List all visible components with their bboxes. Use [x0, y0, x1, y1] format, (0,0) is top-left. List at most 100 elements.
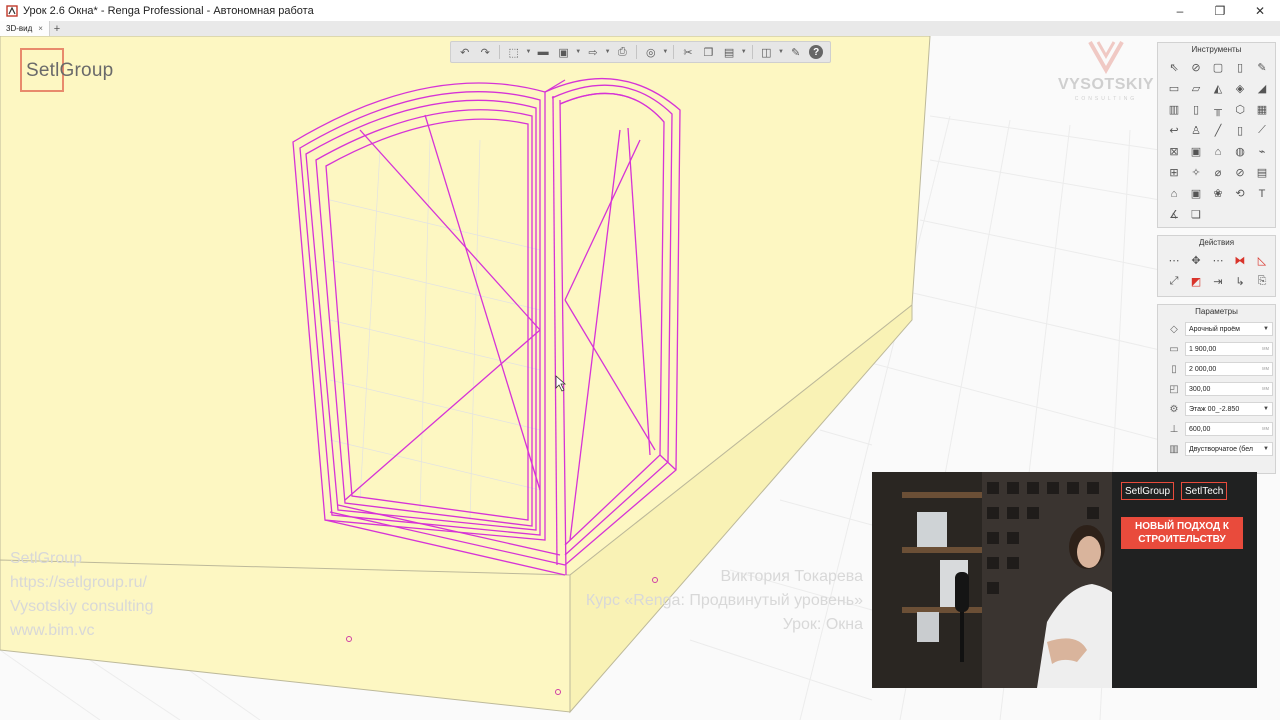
- dimension-icon[interactable]: ⊞: [1163, 162, 1185, 183]
- close-button[interactable]: ✕: [1240, 0, 1280, 21]
- maximize-button[interactable]: ❐: [1200, 0, 1240, 21]
- print-icon[interactable]: ⎙: [613, 43, 633, 61]
- move-icon[interactable]: ⋯: [1163, 250, 1185, 271]
- minimize-button[interactable]: –: [1160, 0, 1200, 21]
- param-unit: мм: [1262, 366, 1269, 372]
- slab-icon[interactable]: ◈: [1229, 78, 1251, 99]
- height-icon: ▯: [1171, 363, 1177, 375]
- width-icon: ▭: [1169, 343, 1179, 355]
- watermark-line: https://setlgroup.ru/: [10, 574, 147, 591]
- pipe-icon[interactable]: ↩: [1163, 120, 1185, 141]
- settings-icon[interactable]: ✎: [786, 43, 806, 61]
- visibility-icon[interactable]: ◎: [641, 43, 661, 61]
- width-field[interactable]: 1 900,00 мм: [1185, 342, 1273, 356]
- rectangle-icon[interactable]: ▢: [1207, 57, 1229, 78]
- param-value: Арочный проём: [1189, 325, 1240, 333]
- window-icon[interactable]: ▯: [1185, 99, 1207, 120]
- section-icon[interactable]: ▬: [533, 43, 553, 61]
- roof-icon[interactable]: ◭: [1207, 78, 1229, 99]
- rebar-icon[interactable]: ⌁: [1251, 141, 1273, 162]
- chain-icon[interactable]: ⊘: [1229, 162, 1251, 183]
- mirror-icon[interactable]: ⧓: [1229, 250, 1251, 271]
- extend-icon[interactable]: ⤢: [1163, 271, 1185, 292]
- ramp-icon[interactable]: ◢: [1251, 78, 1273, 99]
- export-dropdown[interactable]: ▼: [604, 43, 612, 61]
- param-row-style: ◇ Арочный проём ▼: [1158, 319, 1275, 339]
- layers-dropdown[interactable]: ▼: [777, 43, 785, 61]
- offset-icon[interactable]: ⇥: [1207, 271, 1229, 292]
- cable-icon[interactable]: ▣: [1185, 183, 1207, 204]
- param-row-height: ▯ 2 000,00 мм: [1158, 359, 1275, 379]
- symbol-icon[interactable]: ⌂: [1163, 183, 1185, 204]
- view-cube-dropdown[interactable]: ▼: [525, 43, 533, 61]
- line-icon[interactable]: ╱: [1207, 120, 1229, 141]
- beam-icon[interactable]: ▱: [1185, 78, 1207, 99]
- view-cube-icon[interactable]: ⬚: [504, 43, 524, 61]
- paste-dropdown[interactable]: ▼: [740, 43, 748, 61]
- cut-icon[interactable]: ✂: [678, 43, 698, 61]
- text-icon[interactable]: T: [1251, 183, 1273, 204]
- assembly-icon[interactable]: ❀: [1207, 183, 1229, 204]
- param-unit: мм: [1262, 386, 1269, 392]
- visibility-dropdown[interactable]: ▼: [662, 43, 670, 61]
- add-tab-button[interactable]: +: [50, 21, 64, 36]
- opening-icon[interactable]: ⊠: [1163, 141, 1185, 162]
- depth-field[interactable]: 300,00 мм: [1185, 382, 1273, 396]
- fitting-icon[interactable]: ♙: [1185, 120, 1207, 141]
- trim-icon[interactable]: ◺: [1251, 250, 1273, 271]
- undo-icon[interactable]: ↶: [455, 43, 475, 61]
- axis-icon[interactable]: ⊘: [1185, 57, 1207, 78]
- watermark-right: Виктория Токарева Курс «Renga: Продвинут…: [586, 565, 863, 637]
- param-value: 600,00: [1189, 425, 1211, 433]
- railing-icon[interactable]: ╥: [1207, 99, 1229, 120]
- delete-icon[interactable]: ◩: [1185, 271, 1207, 292]
- duct-icon[interactable]: ⟋: [1251, 120, 1273, 141]
- shelf: [902, 492, 982, 498]
- export-icon[interactable]: ⇨: [583, 43, 603, 61]
- banner-logo-setltech: SetlTech: [1181, 482, 1228, 500]
- copy-icon[interactable]: ❐: [699, 43, 719, 61]
- chevron-down-icon: ▼: [1263, 406, 1269, 412]
- angle-icon[interactable]: ∡: [1163, 204, 1185, 225]
- frame-icon: ▥: [1169, 443, 1179, 455]
- toolbar-divider: [673, 45, 675, 59]
- offset-field[interactable]: 600,00 мм: [1185, 422, 1273, 436]
- rotate-icon[interactable]: ✥: [1185, 250, 1207, 271]
- copy-props-icon[interactable]: ⎘: [1251, 271, 1273, 292]
- cable-tray-icon[interactable]: ◍: [1229, 141, 1251, 162]
- level-icon[interactable]: ✧: [1185, 162, 1207, 183]
- layers-icon[interactable]: ◫: [757, 43, 777, 61]
- shelf: [902, 547, 982, 553]
- wall-icon[interactable]: ▭: [1163, 78, 1185, 99]
- save-dropdown[interactable]: ▼: [574, 43, 582, 61]
- height-field[interactable]: 2 000,00 мм: [1185, 362, 1273, 376]
- vysotskiy-logo: VYSOTSKIY CONSULTING: [1052, 38, 1160, 108]
- select-icon[interactable]: ⇖: [1163, 57, 1185, 78]
- paste-icon[interactable]: ▤: [719, 43, 739, 61]
- array-icon[interactable]: ⋯: [1207, 250, 1229, 271]
- plumbing-icon[interactable]: ⌂: [1207, 141, 1229, 162]
- align-icon[interactable]: ↳: [1229, 271, 1251, 292]
- style-select[interactable]: Арочный проём ▼: [1185, 322, 1273, 336]
- level-select[interactable]: Этаж 00_-2.850 ▼: [1185, 402, 1273, 416]
- pencil-icon[interactable]: ✎: [1251, 57, 1273, 78]
- style-icon: ◇: [1170, 323, 1178, 335]
- frame-select[interactable]: Двустворчатое (бел ▼: [1185, 442, 1273, 456]
- room-icon[interactable]: ⬡: [1229, 99, 1251, 120]
- column-icon[interactable]: ▯: [1229, 57, 1251, 78]
- section-view-icon[interactable]: ▤: [1251, 162, 1273, 183]
- stair-icon[interactable]: ▦: [1251, 99, 1273, 120]
- param-value: 300,00: [1189, 385, 1211, 393]
- equipment-icon[interactable]: ▯: [1229, 120, 1251, 141]
- annotation-icon[interactable]: ⟲: [1229, 183, 1251, 204]
- save-icon[interactable]: ▣: [554, 43, 574, 61]
- door-icon[interactable]: ▥: [1163, 99, 1185, 120]
- help-button[interactable]: ?: [806, 43, 826, 61]
- terminal-icon[interactable]: ▣: [1185, 141, 1207, 162]
- tab-3d-view[interactable]: 3D-вид ×: [0, 21, 50, 36]
- redo-icon[interactable]: ↷: [476, 43, 496, 61]
- tab-close-icon[interactable]: ×: [38, 24, 43, 33]
- elevation-icon[interactable]: ⌀: [1207, 162, 1229, 183]
- shapes-icon[interactable]: ❏: [1185, 204, 1207, 225]
- wall-front-face[interactable]: [0, 36, 931, 576]
